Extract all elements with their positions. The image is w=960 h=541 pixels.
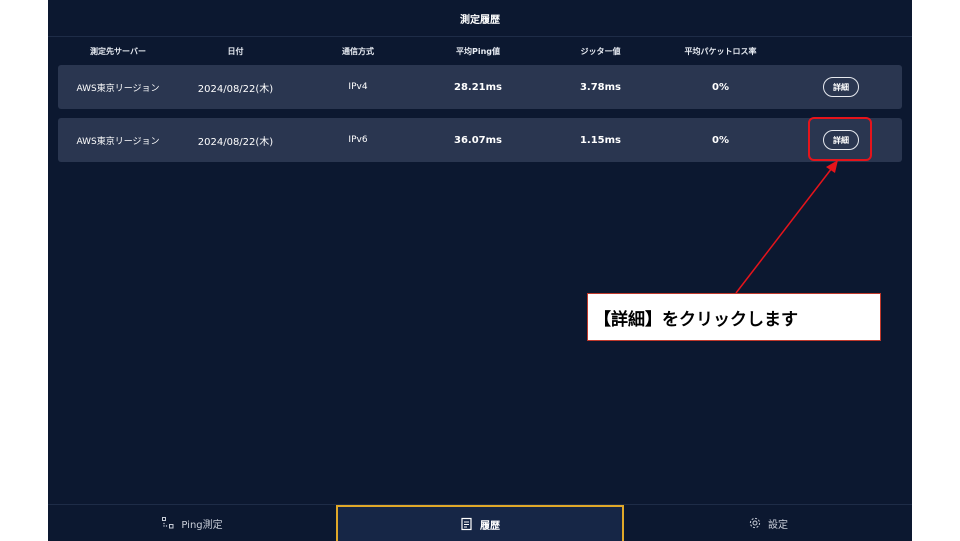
annotation-callout: 【詳細】をクリックします bbox=[587, 293, 881, 341]
annotation-text: 【詳細】をクリックします bbox=[594, 309, 798, 330]
annotation-arrow bbox=[735, 160, 838, 294]
